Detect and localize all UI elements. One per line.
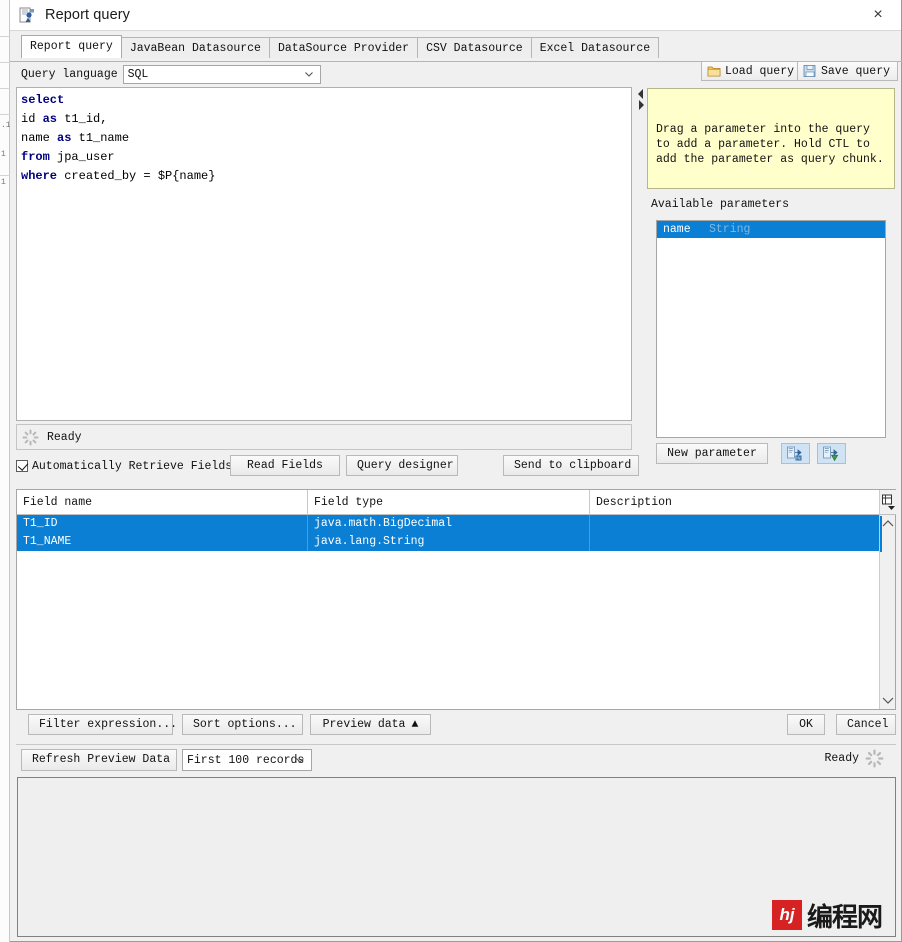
column-header-description[interactable]: Description [590, 490, 895, 514]
filter-expression-button[interactable]: Filter expression... [28, 714, 177, 735]
chevron-down-icon [295, 755, 305, 765]
available-parameters-label: Available parameters [651, 198, 790, 211]
cancel-button[interactable]: Cancel [836, 714, 896, 735]
screen: .1 1 1 Report query × Report query JavaB… [0, 0, 902, 942]
preview-data-area [17, 777, 896, 937]
cell-description [590, 515, 895, 533]
parameter-name: name [663, 223, 691, 236]
tab-javabean-datasource[interactable]: JavaBean Datasource [120, 37, 270, 58]
list-item[interactable]: name String [657, 221, 885, 238]
app-icon [18, 6, 36, 24]
cell-field-name: T1_NAME [17, 533, 308, 551]
column-header-field-name[interactable]: Field name [17, 490, 308, 514]
tab-bar: Report query JavaBean Datasource DataSou… [21, 35, 901, 58]
tab-report-query[interactable]: Report query [21, 35, 122, 58]
query-language-value: SQL [127, 67, 149, 81]
sql-line-2: id as t1_id, [21, 112, 108, 126]
query-language-label: Query language [21, 67, 118, 81]
preview-data-button[interactable]: Preview data ▲ [310, 714, 431, 735]
send-to-clipboard-button[interactable]: Send to clipboard [503, 455, 639, 476]
window-title: Report query [45, 7, 131, 23]
panel-splitter[interactable] [637, 87, 645, 421]
background-window-strip: .1 1 1 [0, 0, 11, 942]
preview-data-label: Preview data [322, 718, 406, 731]
auto-retrieve-fields-checkbox[interactable]: Automatically Retrieve Fields [16, 460, 232, 473]
watermark: hj 编程网 [772, 898, 883, 932]
load-query-label: Load query [725, 64, 795, 78]
new-parameter-button[interactable]: New parameter [656, 443, 768, 464]
floppy-disk-icon [803, 64, 817, 78]
sql-line-1: select [21, 93, 65, 107]
watermark-text: 编程网 [807, 901, 883, 932]
auto-retrieve-fields-label: Automatically Retrieve Fields [32, 459, 233, 473]
sql-editor[interactable]: select id as t1_id,name as t1_namefrom jp… [16, 87, 632, 421]
report-query-dialog: Report query × Report query JavaBean Dat… [10, 0, 902, 942]
table-header-row: Field name Field type Description [17, 490, 895, 515]
folder-icon [707, 64, 721, 78]
parameter-hint-box: Drag a parameter into the query to add a… [647, 88, 895, 189]
cell-field-name: T1_ID [17, 515, 308, 533]
table-body: T1_ID java.math.BigDecimal T1_NAME java.lan… [17, 515, 895, 551]
close-icon[interactable]: × [855, 0, 901, 30]
chevron-down-icon [304, 69, 314, 79]
chevron-up-icon[interactable] [880, 517, 896, 531]
svg-text:IN: IN [796, 456, 800, 461]
cell-field-type: java.math.BigDecimal [308, 515, 590, 533]
cell-field-type: java.lang.String [308, 533, 590, 551]
query-language-select[interactable]: SQL [122, 64, 321, 84]
triangle-up-icon: ▲ [411, 718, 419, 731]
tab-csv-datasource[interactable]: CSV Datasource [417, 37, 532, 58]
chevron-down-icon[interactable] [880, 693, 896, 707]
preview-status-text: Ready [824, 752, 859, 765]
read-fields-button[interactable]: Read Fields [230, 455, 340, 476]
refresh-preview-data-button[interactable]: Refresh Preview Data [21, 749, 177, 771]
editor-status-bar: Ready [16, 424, 632, 450]
sql-line-4: from jpa_user [21, 150, 115, 164]
scrollbar-thumb[interactable] [880, 516, 882, 552]
parameter-export-icon[interactable] [817, 443, 846, 464]
parameter-type: String [709, 223, 751, 236]
divider [16, 744, 896, 745]
editor-status-text: Ready [47, 430, 82, 444]
sql-line-5: where created_by = $P{name} [21, 169, 216, 183]
collapse-right-icon[interactable] [637, 100, 645, 110]
tab-datasource-provider[interactable]: DataSource Provider [268, 37, 419, 58]
fields-table[interactable]: Field name Field type Description T1_ID j… [16, 489, 896, 710]
records-count-value: First 100 records [187, 753, 305, 767]
tab-excel-datasource[interactable]: Excel Datasource [530, 37, 660, 58]
column-header-field-type[interactable]: Field type [308, 490, 590, 514]
cell-description [590, 533, 895, 551]
spinner-icon [865, 749, 884, 768]
available-parameters-list[interactable]: name String [656, 220, 886, 438]
sort-options-button[interactable]: Sort options... [182, 714, 303, 735]
parameter-import-icon[interactable]: IN [781, 443, 810, 464]
sql-line-3: name as t1_name [21, 131, 130, 145]
collapse-left-icon[interactable] [637, 89, 645, 99]
load-query-button[interactable]: Load query [701, 61, 803, 81]
watermark-badge: hj [772, 900, 802, 930]
title-bar: Report query × [10, 0, 901, 31]
parameter-hint-text: Drag a parameter into the query to add a… [656, 123, 884, 166]
table-row[interactable]: T1_NAME java.lang.String [17, 533, 895, 551]
sql-editor-content: select id as t1_id,name as t1_namefrom jp… [21, 91, 631, 186]
table-row[interactable]: T1_ID java.math.BigDecimal [17, 515, 895, 533]
column-picker-icon[interactable] [880, 490, 896, 515]
records-count-select[interactable]: First 100 records [182, 749, 312, 771]
query-designer-button[interactable]: Query designer [346, 455, 458, 476]
ok-button[interactable]: OK [787, 714, 825, 735]
save-query-label: Save query [821, 64, 891, 78]
checkbox-icon [16, 460, 28, 472]
save-query-button[interactable]: Save query [797, 61, 899, 81]
spinner-icon [22, 429, 39, 446]
table-scrollbar[interactable] [879, 490, 896, 709]
